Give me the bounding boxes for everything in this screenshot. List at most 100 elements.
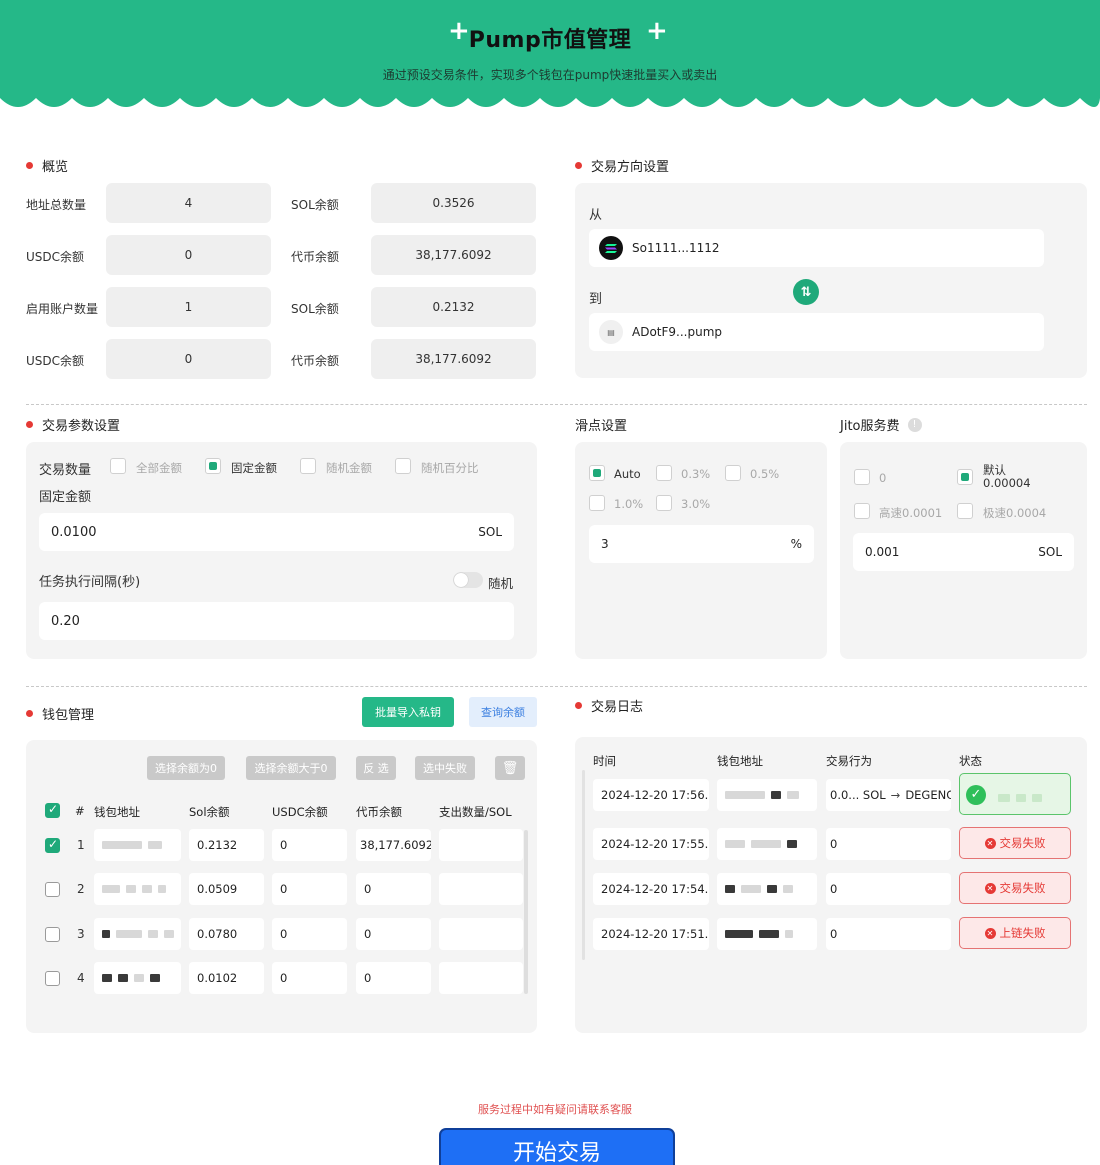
overview-label: SOL余额 [291,302,339,316]
interval-value: 0.20 [51,613,80,629]
jito-ultra-label: 极速0.0004 [983,506,1047,520]
red-dot-icon [26,710,33,717]
status-failed-badge[interactable]: ✕ 交易失败 [959,872,1071,904]
import-keys-button[interactable]: 批量导入私钥 [362,697,454,727]
jito-default-label: 默认 0.00004 [983,463,1031,490]
table-scrollbar[interactable] [524,830,528,994]
header-wave-background [0,0,1100,107]
wallet-row-checkbox[interactable] [45,927,60,942]
start-trading-button[interactable]: 开始交易 [439,1128,675,1165]
slippage-0-5-checkbox[interactable] [725,465,741,481]
fixed-amount-input[interactable]: 0.0100 SOL [39,513,514,551]
wallet-row-checkbox[interactable] [45,837,60,853]
log-scrollbar[interactable] [582,770,585,960]
slippage-3-0-checkbox[interactable] [656,495,672,511]
wallet-col-header: # [75,804,85,818]
jito-section-title: Jito服务费 ! [840,415,922,434]
usdc-balance-cell: 0 [272,829,347,861]
slippage-1-0-checkbox[interactable] [589,495,605,511]
overview-section-title: 概览 [26,156,68,175]
random-interval-toggle[interactable] [453,572,483,588]
interval-input[interactable]: 0.20 [39,602,514,640]
spend-amount-input[interactable] [439,918,523,950]
trade-qty-label: 交易数量 [39,463,92,478]
log-time-cell: 2024-12-20 17:55... [593,828,709,860]
select-all-checkbox[interactable] [45,802,60,818]
query-balance-button[interactable]: 查询余额 [469,697,537,727]
option-random-percent-label: 随机百分比 [421,461,479,475]
log-action-cell: 0 [826,828,951,860]
option-random-percent-checkbox[interactable] [395,458,411,474]
spend-amount-input[interactable] [439,829,523,861]
trade-params-section-title: 交易参数设置 [26,415,120,434]
option-random-amount-checkbox[interactable] [300,458,316,474]
wallet-address-cell[interactable] [94,962,181,994]
spend-amount-input[interactable] [439,873,523,905]
page-title: Pump市值管理 [468,28,632,53]
jito-ultra-checkbox[interactable] [957,503,973,519]
option-random-amount-label: 随机金额 [326,461,372,475]
overview-value: 0 [106,339,271,379]
log-action-cell: 0.0... SOL → DEGENG [826,779,951,811]
wallet-row-number: 3 [77,927,85,941]
option-fixed-amount-checkbox[interactable] [205,458,221,474]
wallet-address-cell[interactable] [94,918,181,950]
swap-arrows-icon[interactable]: ⇅ [793,279,819,305]
from-token-select[interactable]: So1111...1112 [589,229,1044,267]
wallet-col-header: 代币余额 [356,805,402,819]
overview-value: 1 [106,287,271,327]
log-wallet-cell [717,779,817,811]
error-circle-icon: ✕ [984,837,996,849]
status-failed-badge[interactable]: ✕ 交易失败 [959,827,1071,859]
usdc-balance-cell: 0 [272,962,347,994]
wallet-row-checkbox[interactable] [45,882,60,897]
jito-fee-value: 0.001 [865,545,900,559]
slippage-0-3-label: 0.3% [681,467,711,481]
select-zero-balance-button[interactable]: 选择余额为0 [147,756,225,780]
select-positive-balance-button[interactable]: 选择余额大于0 [246,756,336,780]
section-divider [26,404,1087,405]
jito-fee-input[interactable]: 0.001 SOL [853,533,1074,571]
overview-value: 0.2132 [371,287,536,327]
log-wallet-cell [717,873,817,905]
info-icon[interactable]: ! [907,417,922,432]
usdc-balance-cell: 0 [272,873,347,905]
slippage-auto-checkbox[interactable] [589,465,605,481]
support-note: 服务过程中如有疑问请联系客服 [478,1103,632,1116]
wallet-row-number: 2 [77,882,85,896]
to-token-select[interactable]: ▤ ADotF9...pump [589,313,1044,351]
log-time-cell: 2024-12-20 17:51... [593,918,709,950]
from-token-address: So1111...1112 [632,241,720,255]
overview-value: 38,177.6092 [371,339,536,379]
invert-selection-button[interactable]: 反 选 [356,756,396,780]
spend-amount-input[interactable] [439,962,523,994]
jito-zero-checkbox[interactable] [854,469,870,485]
sol-balance-cell: 0.0102 [189,962,264,994]
status-success-badge[interactable]: ✓ [959,773,1071,815]
wallet-address-cell[interactable] [94,829,181,861]
sol-balance-cell: 0.0509 [189,873,264,905]
wallets-section-title: 钱包管理 [26,704,94,723]
slippage-input[interactable]: 3 % [589,525,814,563]
fixed-amount-label: 固定金额 [39,490,92,505]
select-failed-button[interactable]: 选中失败 [415,756,475,780]
check-circle-icon: ✓ [966,785,986,805]
overview-label: USDC余额 [26,250,85,264]
section-divider [26,686,1087,687]
token-balance-cell: 0 [356,918,431,950]
slippage-0-3-checkbox[interactable] [656,465,672,481]
arrow-right-icon: → [890,788,901,802]
status-chain-failed-badge[interactable]: ✕ 上链失败 [959,917,1071,949]
jito-fast-checkbox[interactable] [854,503,870,519]
log-time-cell: 2024-12-20 17:54... [593,873,709,905]
overview-label: 代币余额 [291,354,340,368]
wallet-row-checkbox[interactable] [45,971,60,986]
token-placeholder-icon: ▤ [599,320,623,344]
log-col-header: 时间 [593,754,616,768]
trash-icon[interactable]: 🗑 [495,756,525,780]
fixed-amount-unit: SOL [478,525,502,539]
wallet-address-cell[interactable] [94,873,181,905]
red-dot-icon [575,162,582,169]
jito-default-checkbox[interactable] [957,469,973,485]
option-all-amount-checkbox[interactable] [110,458,126,474]
